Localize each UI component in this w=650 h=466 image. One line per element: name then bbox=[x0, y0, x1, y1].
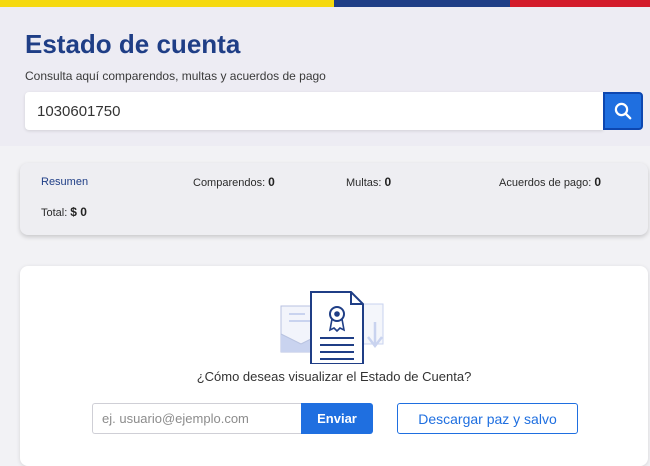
total-amount: Total: $ 0 bbox=[41, 205, 87, 219]
visualization-question: ¿Cómo deseas visualizar el Estado de Cue… bbox=[196, 369, 472, 384]
send-button[interactable]: Enviar bbox=[301, 403, 373, 434]
comparendos-count: Comparendos: 0 bbox=[193, 175, 275, 189]
flag-stripe-red bbox=[510, 0, 650, 7]
flag-stripe-blue bbox=[334, 0, 510, 7]
flag-stripe bbox=[0, 0, 650, 7]
total-value: $ 0 bbox=[70, 205, 87, 219]
multas-label: Multas: bbox=[346, 177, 382, 189]
acuerdos-count: Acuerdos de pago: 0 bbox=[499, 175, 601, 189]
search-icon bbox=[613, 101, 633, 121]
comparendos-label: Comparendos: bbox=[193, 177, 266, 189]
summary-card: Resumen Comparendos: 0 Multas: 0 Acuerdos … bbox=[20, 163, 648, 235]
total-label: Total: bbox=[41, 207, 68, 219]
page-title: Estado de cuenta bbox=[25, 29, 241, 59]
certificate-document-icon bbox=[277, 282, 392, 369]
multas-value: 0 bbox=[384, 175, 392, 189]
statement-options-card: ¿Cómo deseas visualizar el Estado de Cue… bbox=[20, 266, 648, 466]
summary-title: Resumen bbox=[41, 176, 89, 188]
email-field[interactable] bbox=[92, 403, 302, 434]
acuerdos-label: Acuerdos de pago: bbox=[499, 177, 592, 189]
multas-count: Multas: 0 bbox=[346, 175, 391, 189]
page-subtitle: Consulta aquí comparendos, multas y acue… bbox=[25, 69, 326, 83]
acuerdos-value: 0 bbox=[594, 175, 602, 189]
search-input[interactable] bbox=[25, 92, 603, 130]
download-paz-y-salvo-button[interactable]: Descargar paz y salvo bbox=[397, 403, 578, 434]
search-button[interactable] bbox=[603, 92, 643, 130]
flag-stripe-yellow bbox=[0, 0, 334, 7]
comparendos-value: 0 bbox=[268, 175, 275, 189]
